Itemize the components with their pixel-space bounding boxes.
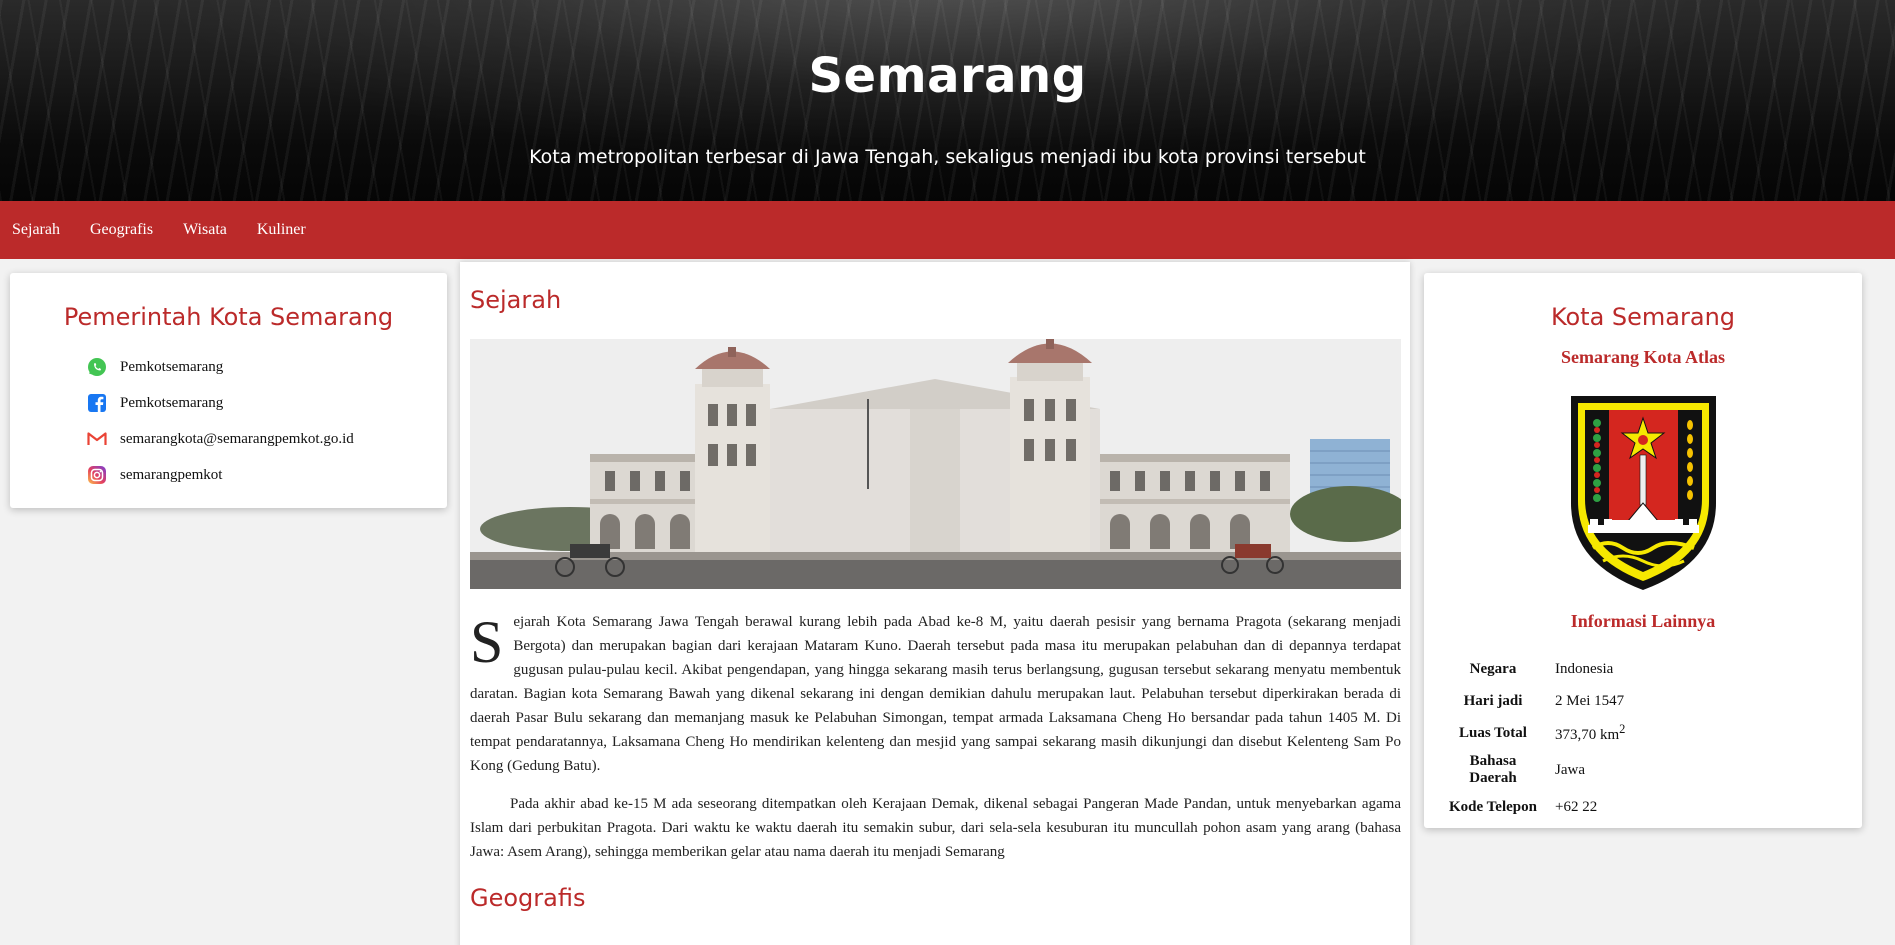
contact-text: semarangkota@semarangpemkot.go.id (120, 430, 354, 447)
info-value-area: 373,70 km2 (1548, 717, 1632, 749)
nav-link-geografis[interactable]: Geografis (90, 221, 153, 239)
info-value-superscript: 2 (1619, 722, 1626, 736)
info-key: Kode Telepon (1449, 798, 1537, 815)
sejarah-paragraph-1: S ejarah Kota Semarang Jawa Tengah beraw… (470, 610, 1401, 778)
info-value: 2 Mei 1547 (1555, 692, 1625, 709)
info-table: Negara Indonesia Hari jadi 2 Mei 1547 Lu… (1438, 653, 1632, 823)
gmail-icon (87, 429, 107, 449)
contact-text: semarangpemkot (120, 466, 223, 483)
contact-item-whatsapp[interactable]: Pemkotsemarang (87, 349, 447, 385)
table-row: Bahasa Daerah Jawa (1438, 749, 1632, 791)
city-info-heading: Kota Semarang (1550, 303, 1736, 331)
contact-card: Pemerintah Kota Semarang Pemkotsemarang … (10, 273, 447, 508)
info-key: Negara (1469, 660, 1517, 677)
nav-link-wisata[interactable]: Wisata (183, 221, 227, 239)
page-title: Semarang (808, 48, 1087, 104)
contact-heading: Pemerintah Kota Semarang (63, 303, 394, 331)
contact-item-instagram[interactable]: semarangpemkot (87, 457, 447, 493)
info-key: Luas Total (1459, 724, 1527, 741)
section-title-sejarah: Sejarah (470, 286, 562, 314)
contact-list: Pemkotsemarang Pemkotsemarang semarangko… (10, 349, 447, 493)
info-heading: Informasi Lainnya (1570, 611, 1716, 631)
city-motto: Semarang Kota Atlas (1561, 347, 1725, 367)
nav-link-sejarah[interactable]: Sejarah (12, 221, 60, 239)
main-nav: Sejarah Geografis Wisata Kuliner (0, 201, 1895, 259)
facebook-icon (87, 393, 107, 413)
page-subtitle: Kota metropolitan terbesar di Jawa Tenga… (529, 146, 1366, 168)
sejarah-paragraph-1-text: ejarah Kota Semarang Jawa Tengah berawal… (470, 614, 1401, 774)
info-value: +62 22 (1555, 798, 1598, 815)
contact-text: Pemkotsemarang (120, 358, 224, 375)
contact-text: Pemkotsemarang (120, 394, 224, 411)
main-content: Sejarah S ejarah Kota Semarang Jawa Teng… (460, 262, 1410, 945)
info-value: 373,70 km (1555, 727, 1620, 743)
nav-link-kuliner[interactable]: Kuliner (257, 221, 306, 239)
table-row: Hari jadi 2 Mei 1547 (1438, 685, 1632, 717)
table-row: Negara Indonesia (1438, 653, 1632, 685)
dropcap-letter: S (470, 609, 504, 675)
table-row: Kode Telepon +62 22 (1438, 791, 1632, 823)
instagram-icon (87, 465, 107, 485)
hero-header: Semarang Kota metropolitan terbesar di J… (0, 0, 1895, 201)
info-key: Hari jadi (1463, 692, 1523, 709)
contact-item-facebook[interactable]: Pemkotsemarang (87, 385, 447, 421)
whatsapp-icon (87, 357, 107, 377)
city-info-card: Kota Semarang Semarang Kota Atlas Inform… (1424, 273, 1862, 828)
lawang-sewu-photo (470, 339, 1401, 589)
table-row: Luas Total 373,70 km2 (1438, 717, 1632, 749)
info-value: Indonesia (1555, 660, 1614, 677)
section-title-geografis: Geografis (470, 884, 586, 912)
contact-item-email[interactable]: semarangkota@semarangpemkot.go.id (87, 421, 447, 457)
info-key: Bahasa Daerah (1469, 753, 1517, 786)
info-value: Jawa (1555, 761, 1585, 778)
city-emblem (1568, 393, 1719, 593)
sejarah-paragraph-2: Pada akhir abad ke-15 M ada seseorang di… (470, 796, 1401, 860)
